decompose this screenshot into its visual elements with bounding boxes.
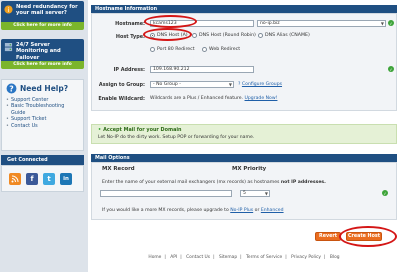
hosttype-web-redirect-label: Web Redirect xyxy=(209,47,241,52)
mx-priority-value: 5 xyxy=(243,191,246,196)
group-value: - No Group - xyxy=(153,82,181,87)
info-icon: ? xyxy=(238,82,241,87)
chevron-down-icon: ▼ xyxy=(380,21,384,26)
radio[interactable] xyxy=(258,33,263,38)
hosttype-round-robin[interactable]: DNS Host (Round Robin) xyxy=(192,33,256,38)
highlight-create xyxy=(339,226,397,247)
section-title-hostname: Hostname Information xyxy=(91,5,397,13)
highlight-hosttype xyxy=(143,28,192,41)
chevron-down-icon: ▼ xyxy=(228,82,232,87)
hosttype-cname-label: DNS Alias (CNAME) xyxy=(265,33,310,38)
promo-text: Need redundancy for your mail server? xyxy=(16,4,78,17)
configure-groups[interactable]: ? Configure Groups xyxy=(238,82,282,87)
svg-text:?: ? xyxy=(9,84,13,93)
footer-blog[interactable]: Blog xyxy=(330,255,340,260)
facebook-icon[interactable]: f xyxy=(26,172,38,185)
info-icon: i xyxy=(4,5,13,14)
help-link-troubleshooting[interactable]: Basic Troubleshooting Guide xyxy=(6,103,79,116)
footer-api[interactable]: API xyxy=(170,255,177,260)
mx-instructions: Enter the name of your external mail exc… xyxy=(102,180,326,185)
mx-instructions-bold: not IP addresses. xyxy=(280,180,326,185)
hosttype-cname[interactable]: DNS Alias (CNAME) xyxy=(258,33,310,38)
radio[interactable] xyxy=(192,33,197,38)
ip-input[interactable]: 109.168.90.212 xyxy=(150,66,254,73)
hosttype-port80[interactable]: Port 80 Redirect xyxy=(150,47,195,52)
help-links: Support Center Basic Troubleshooting Gui… xyxy=(6,97,79,129)
enhanced-link[interactable]: Enhanced xyxy=(261,208,284,213)
promo-button[interactable]: Click here for more info xyxy=(1,22,84,30)
group-select[interactable]: - No Group - ▼ xyxy=(150,81,234,88)
sidebar: i Need redundancy for your mail server? … xyxy=(0,0,85,272)
mx-priority-select[interactable]: 5 ▼ xyxy=(240,190,270,197)
domain-select[interactable]: no-ip.biz ▼ xyxy=(257,20,386,27)
configure-groups-link[interactable]: Configure Groups xyxy=(242,82,282,87)
mx-upgrade-note: If you would like a more MX records, ple… xyxy=(102,208,284,213)
wildcard-note: Wildcards are a Plus / Enhanced feature.… xyxy=(150,96,277,101)
promo-text: 24/7 Server Monitoring and Failover xyxy=(16,42,61,61)
mail-banner-title-row: • Accept Mail for your Domain xyxy=(98,127,182,133)
hostname-label: Hostname: xyxy=(115,21,145,27)
mx-priority-label: MX Priority xyxy=(232,166,267,172)
section-title-mail: Mail Options xyxy=(91,154,397,162)
server-icon xyxy=(4,43,13,52)
footer-contact[interactable]: Contact Us xyxy=(186,255,210,260)
hosttype-round-robin-label: DNS Host (Round Robin) xyxy=(199,33,256,38)
bullet-icon: • xyxy=(98,127,102,133)
or-text: or xyxy=(254,208,260,213)
hostname-section: Hostname: kcams123 no-ip.biz ▼ Host Type… xyxy=(91,13,397,111)
mail-section: MX Record MX Priority Enter the name of … xyxy=(91,162,397,220)
footer-sitemap[interactable]: Sitemap xyxy=(219,255,237,260)
wildcard-text: Wildcards are a Plus / Enhanced feature. xyxy=(150,96,244,101)
mx-upgrade-text: If you would like a more MX records, ple… xyxy=(102,208,229,213)
social-links: f t in xyxy=(1,165,84,192)
hosttype-web-redirect[interactable]: Web Redirect xyxy=(202,47,240,52)
help-link-contact-us[interactable]: Contact Us xyxy=(6,123,79,130)
mx-instructions-text: Enter the name of your external mail exc… xyxy=(102,180,280,185)
main-panel: ⓦ Hostname Information Hostname: kcams12… xyxy=(88,0,400,272)
radio[interactable] xyxy=(150,47,155,52)
help-box: ? Need Help? Support Center Basic Troubl… xyxy=(1,79,84,151)
ip-label: IP Address: xyxy=(113,67,145,73)
highlight-hostname xyxy=(144,15,197,28)
revert-button[interactable]: Revert xyxy=(315,232,341,241)
svg-text:i: i xyxy=(8,7,10,14)
chevron-down-icon: ▼ xyxy=(264,191,268,196)
mail-banner-title: Accept Mail for your Domain xyxy=(103,127,182,133)
check-icon: ✓ xyxy=(382,190,388,196)
twitter-icon[interactable]: t xyxy=(43,172,55,185)
check-icon: ✓ xyxy=(388,20,394,26)
mail-banner[interactable]: • Accept Mail for your Domain Let No-IP … xyxy=(91,124,397,144)
promo-button[interactable]: Click here for more info xyxy=(1,61,84,69)
get-connected-title: Get Connected xyxy=(1,155,84,165)
promo-mail-redundancy[interactable]: i Need redundancy for your mail server? … xyxy=(1,1,84,30)
footer-terms[interactable]: Terms of Service xyxy=(246,255,282,260)
footer-privacy[interactable]: Privacy Policy xyxy=(291,255,321,260)
help-icon: ? xyxy=(6,83,17,94)
hosttype-port80-label: Port 80 Redirect xyxy=(157,47,195,52)
mail-banner-text: Let No-IP do the dirty work. Setup POP o… xyxy=(98,135,255,140)
linkedin-icon[interactable]: in xyxy=(60,172,72,185)
mx-record-label: MX Record xyxy=(102,166,135,172)
footer-home[interactable]: Home xyxy=(148,255,161,260)
check-icon: ✓ xyxy=(388,66,394,72)
hosttype-label: Host Type: xyxy=(115,34,145,40)
rss-icon[interactable] xyxy=(9,172,21,185)
domain-value: no-ip.biz xyxy=(260,21,280,26)
wildcard-label: Enable Wildcard: xyxy=(98,96,145,102)
mx-record-input[interactable] xyxy=(100,190,232,197)
promo-monitoring[interactable]: 24/7 Server Monitoring and Failover Clic… xyxy=(1,39,84,69)
help-title: Need Help? xyxy=(20,84,69,93)
upgrade-now-link[interactable]: Upgrade Now! xyxy=(245,96,278,101)
group-label: Assign to Group: xyxy=(98,82,145,88)
noip-plus-link[interactable]: No-IP Plus xyxy=(230,208,253,213)
radio[interactable] xyxy=(202,47,207,52)
footer: Home | API | Contact Us | Sitemap | Terms of… xyxy=(148,255,340,260)
